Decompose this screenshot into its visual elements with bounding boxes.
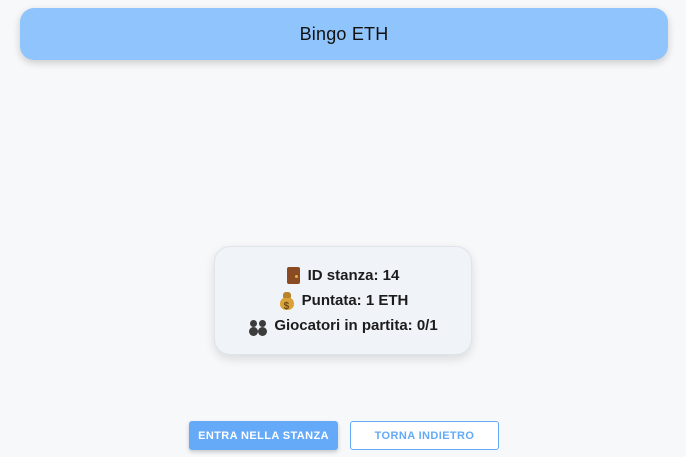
players-text: Giocatori in partita: 0/1 (274, 317, 438, 334)
bet-row: Puntata: 1 ETH (278, 291, 409, 316)
door-icon (286, 267, 300, 284)
room-info-card: ID stanza: 14 Puntata: 1 ETH Giocatori i… (214, 246, 472, 355)
bet-text: Puntata: 1 ETH (301, 292, 409, 309)
money-bag-icon (278, 291, 296, 316)
players-row: Giocatori in partita: 0/1 (248, 316, 438, 335)
room-id-text: ID stanza: 14 (307, 267, 400, 284)
enter-room-button[interactable]: ENTRA NELLA STANZA (189, 421, 338, 450)
players-icon (248, 317, 268, 335)
back-button[interactable]: TORNA INDIETRO (350, 421, 499, 450)
room-id-row: ID stanza: 14 (286, 266, 400, 285)
app-title: Bingo ETH (299, 23, 389, 44)
app-header: Bingo ETH (20, 8, 668, 60)
